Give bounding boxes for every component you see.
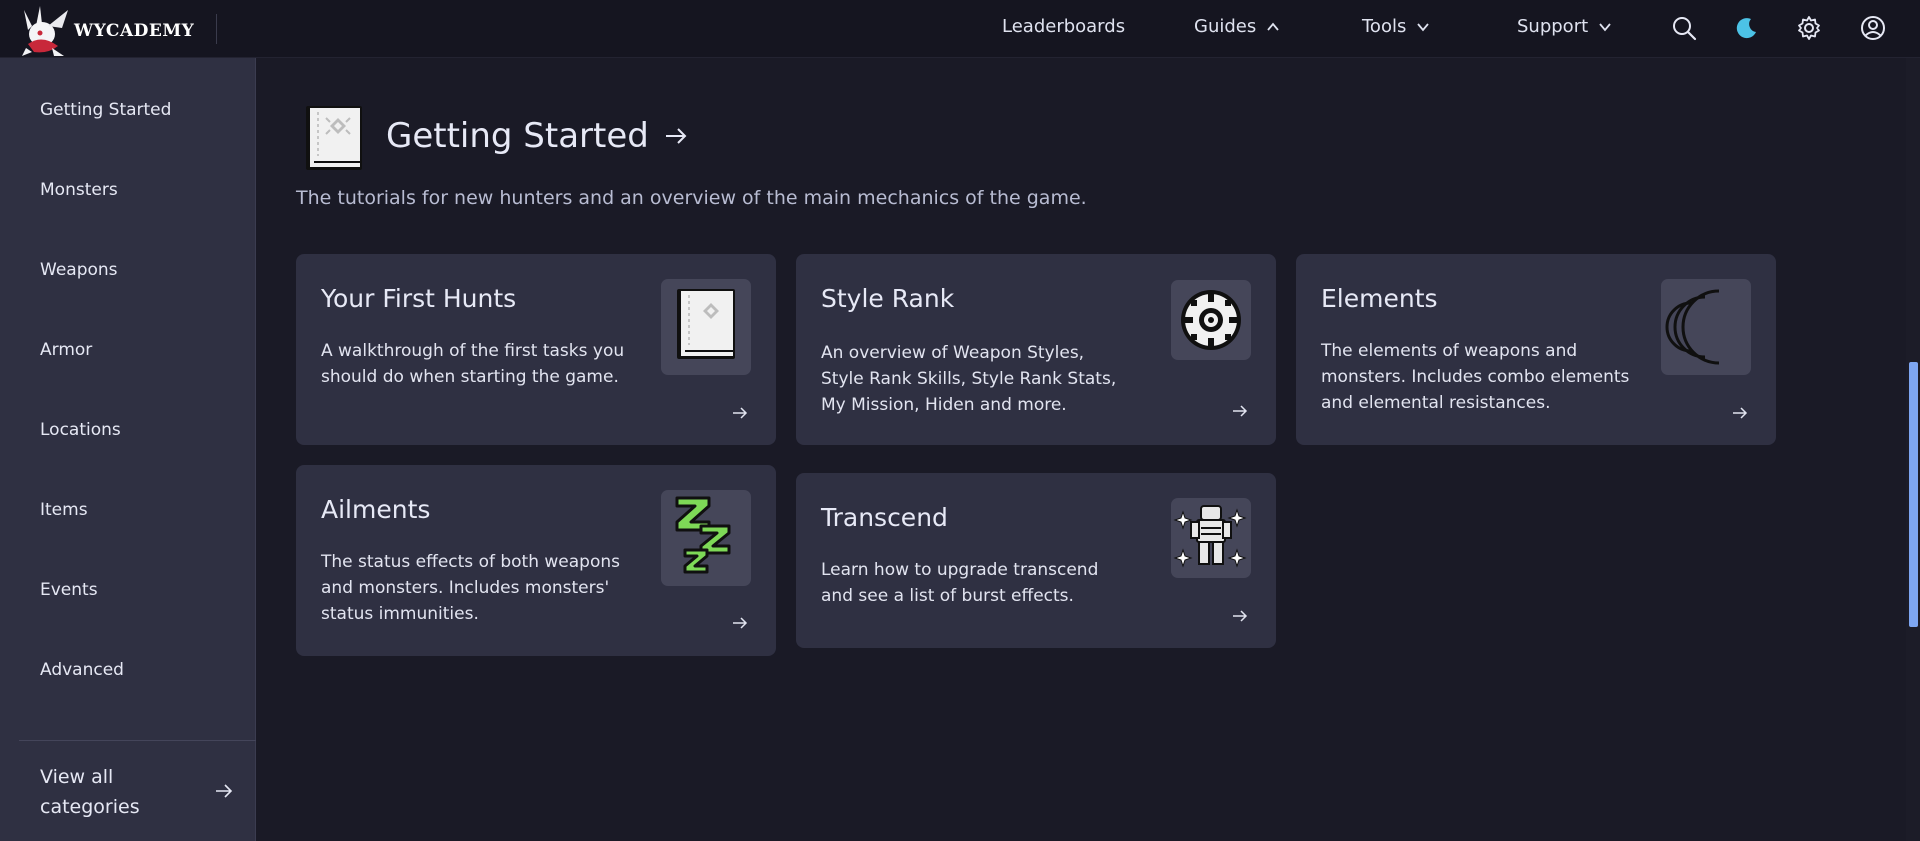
sidebar-item-events[interactable]: Events [40, 580, 98, 600]
section-title-link[interactable]: Getting Started [386, 116, 689, 156]
crescent-moons-icon [1665, 289, 1720, 365]
arrow-right-icon [733, 407, 748, 419]
card-title: Style Rank [821, 284, 955, 313]
card-title: Elements [1321, 284, 1438, 313]
guide-card-style-rank[interactable]: Style Rank An overview of Weapon Styles,… [796, 254, 1276, 445]
book-icon [677, 289, 735, 359]
nav-leaderboards[interactable]: Leaderboards [1002, 16, 1125, 37]
user-account-icon[interactable] [1860, 15, 1886, 41]
chevron-up-icon [1267, 22, 1279, 31]
chevron-down-icon [1417, 22, 1430, 31]
card-thumbnail [661, 279, 751, 375]
guide-card-ailments[interactable]: Ailments The status effects of both weap… [296, 465, 776, 656]
arrow-right-icon [665, 128, 687, 144]
card-title: Your First Hunts [321, 284, 517, 313]
site-logo[interactable]: WYCADEMY [18, 4, 194, 58]
sidebar-item-weapons[interactable]: Weapons [40, 260, 118, 280]
card-thumbnail [1171, 280, 1251, 360]
moon-theme-icon[interactable] [1734, 15, 1760, 41]
sleep-zzz-icon [675, 496, 731, 574]
arrow-right-icon [1233, 610, 1248, 622]
top-navigation-bar: WYCADEMY Leaderboards Guides Tools Suppo… [0, 0, 1920, 58]
nav-tools[interactable]: Tools [1362, 16, 1430, 37]
book-icon [306, 106, 362, 170]
nav-label: Tools [1362, 16, 1407, 37]
arrow-right-icon [1233, 405, 1248, 417]
sidebar-item-armor[interactable]: Armor [40, 340, 92, 360]
gear-icon[interactable] [1796, 15, 1822, 41]
guide-card-elements[interactable]: Elements The elements of weapons and mon… [1296, 254, 1776, 445]
chevron-down-icon [1599, 22, 1611, 31]
card-description: The status effects of both weapons and m… [321, 552, 620, 624]
sidebar-item-getting-started[interactable]: Getting Started [40, 100, 171, 120]
card-title: Transcend [821, 503, 948, 532]
nav-guides[interactable]: Guides [1194, 16, 1280, 37]
header-divider [216, 14, 217, 44]
sidebar: Getting Started Monsters Weapons Armor L… [0, 58, 256, 841]
nav-label: Guides [1194, 16, 1257, 37]
arrow-right-icon [733, 617, 748, 629]
section-description: The tutorials for new hunters and an ove… [296, 187, 1087, 209]
sidebar-item-items[interactable]: Items [40, 500, 88, 520]
nav-label: Leaderboards [1002, 16, 1126, 37]
wyvern-mascot-icon [22, 6, 68, 56]
sidebar-item-advanced[interactable]: Advanced [40, 660, 124, 680]
card-description: An overview of Weapon Styles, Style Rank… [821, 343, 1117, 415]
section-title: Getting Started [386, 116, 649, 156]
sidebar-divider [19, 740, 256, 741]
card-title: Ailments [321, 495, 431, 524]
card-description: A walkthrough of the first tasks you sho… [321, 341, 625, 387]
card-description: Learn how to upgrade transcend and see a… [821, 560, 1099, 606]
guide-card-first-hunts[interactable]: Your First Hunts A walkthrough of the fi… [296, 254, 776, 445]
arrow-right-icon [1733, 407, 1748, 419]
card-thumbnail [661, 490, 751, 586]
nav-support[interactable]: Support [1517, 16, 1612, 37]
brand-name: WYCADEMY [74, 21, 195, 41]
guide-card-transcend[interactable]: Transcend Learn how to upgrade transcend… [796, 473, 1276, 648]
view-all-categories-link[interactable]: View all categories [40, 762, 160, 822]
scrollbar-thumb[interactable] [1909, 362, 1918, 627]
sparkling-hunter-icon [1173, 505, 1247, 568]
card-description: The elements of weapons and monsters. In… [1321, 341, 1630, 413]
style-rank-emblem-icon [1181, 290, 1241, 350]
sidebar-item-monsters[interactable]: Monsters [40, 180, 118, 200]
arrow-right-icon[interactable] [214, 781, 234, 801]
sidebar-item-locations[interactable]: Locations [40, 420, 121, 440]
card-thumbnail [1171, 498, 1251, 578]
nav-label: Support [1517, 16, 1589, 37]
card-thumbnail [1661, 279, 1751, 375]
search-icon[interactable] [1671, 15, 1697, 41]
